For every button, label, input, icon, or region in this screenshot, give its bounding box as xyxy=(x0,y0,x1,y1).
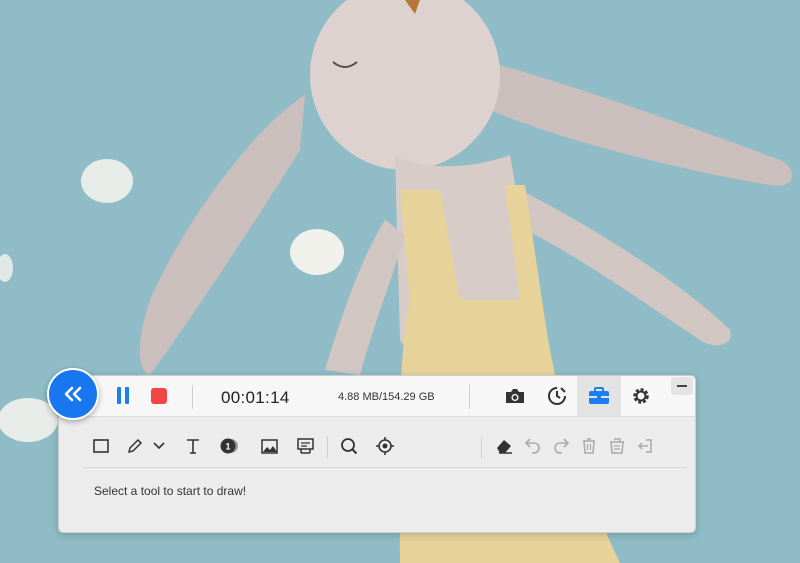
text-tool[interactable] xyxy=(181,434,205,458)
magnifier-tool[interactable] xyxy=(337,434,361,458)
double-chevron-left-icon xyxy=(64,386,82,402)
collapse-button[interactable] xyxy=(47,368,99,420)
chevron-down-icon[interactable] xyxy=(147,434,171,458)
step-tool[interactable]: 1 xyxy=(217,434,241,458)
toolbox-icon[interactable] xyxy=(585,382,613,410)
minimize-button[interactable] xyxy=(671,377,693,395)
toolbar-divider xyxy=(83,467,687,468)
delete-tool[interactable] xyxy=(577,434,601,458)
status-hint: Select a tool to start to draw! xyxy=(94,484,247,498)
schedule-icon[interactable] xyxy=(543,382,571,410)
recording-timer: 00:01:14 xyxy=(221,388,290,407)
camera-icon[interactable] xyxy=(501,382,529,410)
divider xyxy=(192,385,193,409)
step-number: 1 xyxy=(225,442,230,452)
stop-icon[interactable] xyxy=(151,388,167,404)
redo-tool[interactable] xyxy=(549,434,573,458)
recorder-panel: 00:01:14 4.88 MB/154.29 GB 1 Select a to… xyxy=(58,375,696,533)
divider xyxy=(481,436,482,458)
gear-icon[interactable] xyxy=(627,382,655,410)
eraser-tool[interactable] xyxy=(492,434,516,458)
recorder-top-bar: 00:01:14 4.88 MB/154.29 GB xyxy=(59,376,695,417)
rectangle-tool[interactable] xyxy=(89,434,113,458)
divider xyxy=(327,436,328,458)
pause-icon[interactable] xyxy=(115,387,131,404)
callout-tool[interactable] xyxy=(293,434,317,458)
spotlight-tool[interactable] xyxy=(373,434,397,458)
divider xyxy=(469,385,470,409)
pen-tool[interactable] xyxy=(123,434,147,458)
storage-usage: 4.88 MB/154.29 GB xyxy=(338,391,435,403)
clear-tool[interactable] xyxy=(605,434,629,458)
undo-tool[interactable] xyxy=(521,434,545,458)
exit-tool[interactable] xyxy=(633,434,657,458)
image-tool[interactable] xyxy=(257,434,281,458)
